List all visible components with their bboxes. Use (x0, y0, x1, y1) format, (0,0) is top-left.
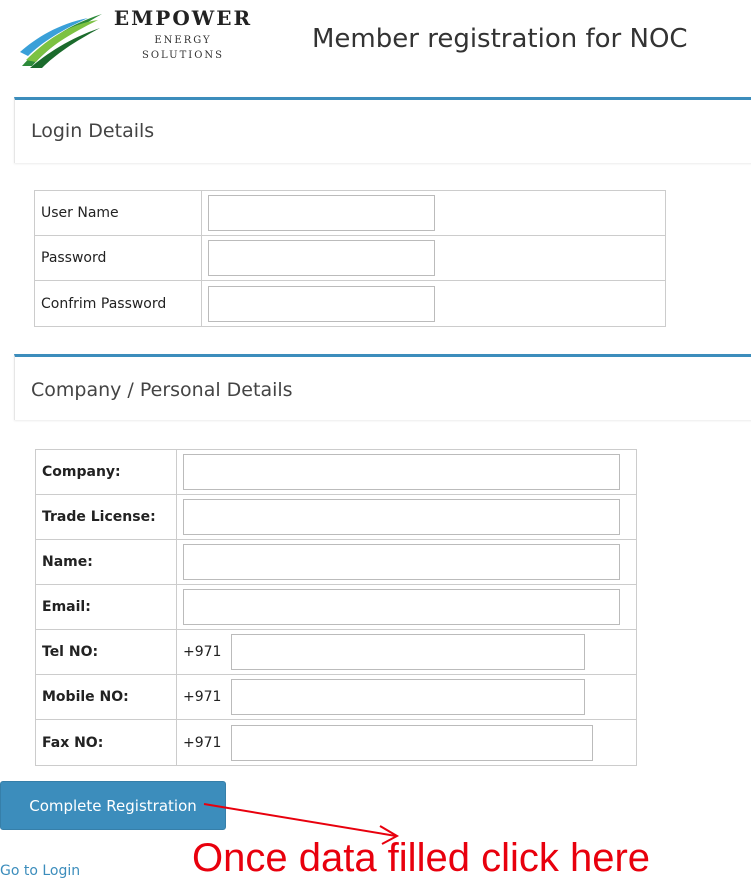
form-row-fax: Fax NO: +971 (35, 719, 637, 766)
tel-cell: +971 (176, 629, 637, 675)
form-row-confirm-password: Confrim Password (34, 280, 666, 327)
form-row-mobile: Mobile NO: +971 (35, 674, 637, 720)
form-row-name: Name: (35, 539, 637, 585)
fax-prefix: +971 (183, 734, 222, 751)
login-details-heading: Login Details (31, 120, 155, 142)
name-cell (176, 539, 637, 585)
company-form-table: Company: Trade License: Name: Email: Tel… (35, 449, 637, 766)
company-label: Company: (35, 449, 177, 495)
username-input[interactable] (208, 195, 435, 231)
mobile-prefix: +971 (183, 689, 222, 705)
page-title: Member registration for NOC (312, 24, 688, 54)
trade-license-input[interactable] (183, 499, 620, 535)
confirm-password-cell (201, 280, 666, 327)
form-row-tel: Tel NO: +971 (35, 629, 637, 675)
username-label: User Name (34, 190, 202, 236)
password-input[interactable] (208, 240, 435, 276)
email-input[interactable] (183, 589, 620, 625)
trade-license-cell (176, 494, 637, 540)
fax-label: Fax NO: (35, 719, 177, 766)
confirm-password-label: Confrim Password (34, 280, 202, 327)
company-details-heading: Company / Personal Details (31, 379, 293, 401)
username-cell (201, 190, 666, 236)
form-row-email: Email: (35, 584, 637, 630)
name-label: Name: (35, 539, 177, 585)
fax-cell: +971 (176, 719, 637, 766)
form-row-company: Company: (35, 449, 637, 495)
annotation-note: Once data filled click here (192, 836, 651, 880)
tel-label: Tel NO: (35, 629, 177, 675)
login-details-panel: Login Details (14, 97, 751, 163)
tel-input[interactable] (231, 634, 585, 670)
company-cell (176, 449, 637, 495)
fax-input[interactable] (231, 724, 593, 761)
name-input[interactable] (183, 544, 620, 580)
password-cell (201, 235, 666, 281)
login-form-table: User Name Password Confrim Password (34, 190, 666, 327)
empower-logo-icon (20, 14, 102, 68)
email-cell (176, 584, 637, 630)
logo-subtitle-line2: SOLUTIONS (142, 50, 224, 61)
tel-prefix: +971 (183, 644, 222, 660)
email-label: Email: (35, 584, 177, 630)
mobile-label: Mobile NO: (35, 674, 177, 720)
trade-license-label: Trade License: (35, 494, 177, 540)
confirm-password-input[interactable] (208, 285, 435, 322)
password-label: Password (34, 235, 202, 281)
go-to-login-link[interactable]: Go to Login (0, 863, 80, 879)
mobile-cell: +971 (176, 674, 637, 720)
company-input[interactable] (183, 454, 620, 490)
logo-title: EMPOWER (113, 6, 253, 30)
complete-registration-button[interactable]: Complete Registration (0, 781, 226, 830)
form-row-username: User Name (34, 190, 666, 236)
form-row-trade-license: Trade License: (35, 494, 637, 540)
logo-subtitle-line1: ENERGY (154, 35, 212, 46)
company-details-panel: Company / Personal Details (14, 354, 751, 420)
mobile-input[interactable] (231, 679, 585, 715)
form-row-password: Password (34, 235, 666, 281)
